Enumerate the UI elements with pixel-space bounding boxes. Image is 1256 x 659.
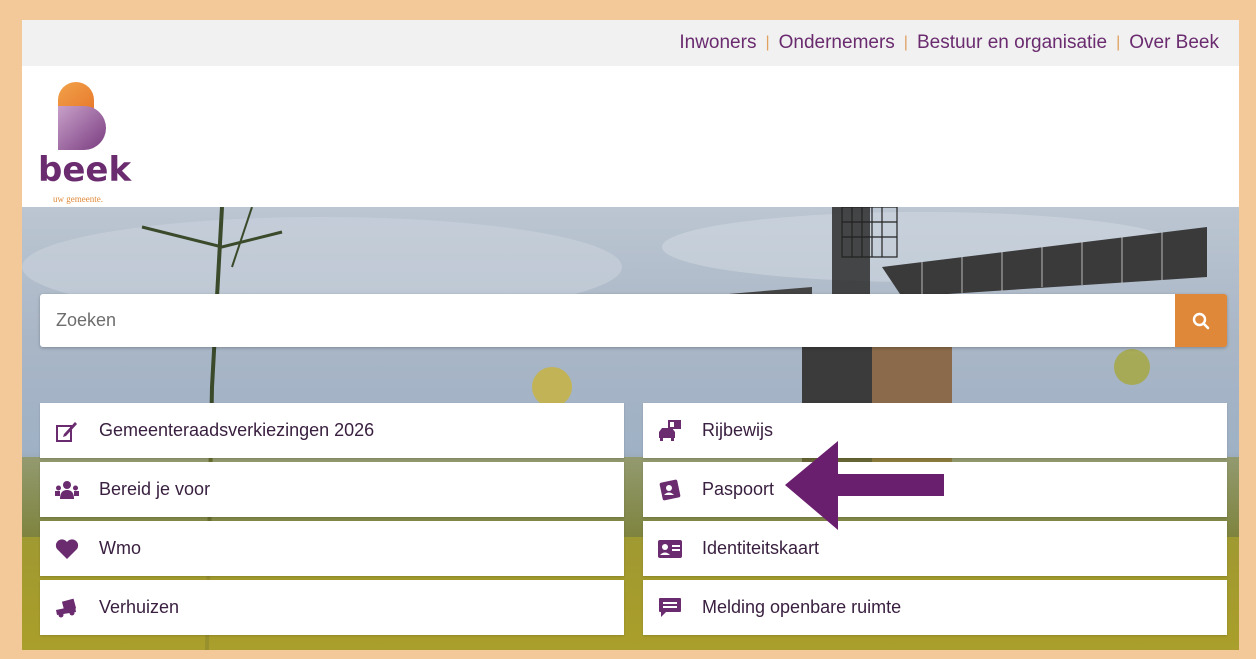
nav-link-over-beek[interactable]: Over Beek xyxy=(1129,32,1219,54)
beek-logo[interactable]: beek uw gemeente. xyxy=(38,80,134,204)
message-icon xyxy=(658,596,682,620)
tile-label: Bereid je voor xyxy=(99,479,211,499)
nav-link-inwoners[interactable]: Inwoners xyxy=(679,32,756,54)
nav-link-ondernemers[interactable]: Ondernemers xyxy=(779,32,895,54)
nav-separator: | xyxy=(903,34,908,51)
people-icon xyxy=(55,478,79,502)
tile-label: Verhuizen xyxy=(99,597,180,617)
hero-banner: Gemeenteraadsverkiezingen 2026 Bereid je… xyxy=(22,207,1239,650)
nav-separator: | xyxy=(765,34,770,51)
nav-separator: | xyxy=(1116,34,1121,51)
tile-label: Wmo xyxy=(99,538,141,558)
tile-label: Melding openbare ruimte xyxy=(702,597,902,617)
top-bar: Inwoners | Ondernemers | Bestuur en orga… xyxy=(22,20,1239,66)
logo-mark-icon xyxy=(58,82,106,150)
id-card-icon xyxy=(658,537,682,561)
search-input[interactable] xyxy=(40,294,1175,347)
tile-gemeenteraadsverkiezingen[interactable]: Gemeenteraadsverkiezingen 2026 xyxy=(40,403,624,458)
heart-icon xyxy=(55,537,79,561)
pencil-ballot-icon xyxy=(55,419,79,443)
search-button[interactable] xyxy=(1175,294,1227,347)
top-navigation: Inwoners | Ondernemers | Bestuur en orga… xyxy=(679,32,1219,54)
logo-wordmark: beek xyxy=(38,150,132,190)
tile-bereid-je-voor[interactable]: Bereid je voor xyxy=(40,462,624,517)
tile-melding-openbare-ruimte[interactable]: Melding openbare ruimte xyxy=(643,580,1227,635)
annotation-arrow xyxy=(785,441,944,530)
tile-verhuizen[interactable]: Verhuizen xyxy=(40,580,624,635)
tile-wmo[interactable]: Wmo xyxy=(40,521,624,576)
site-header: beek uw gemeente. xyxy=(22,66,1239,207)
tile-label: Identiteitskaart xyxy=(702,538,820,558)
truck-icon xyxy=(55,596,79,620)
search-bar xyxy=(40,294,1227,347)
passport-icon xyxy=(658,478,682,502)
browser-frame: Inwoners | Ondernemers | Bestuur en orga… xyxy=(22,20,1239,650)
logo-tagline: uw gemeente. xyxy=(53,194,103,204)
nav-link-bestuur[interactable]: Bestuur en organisatie xyxy=(917,32,1107,54)
search-icon xyxy=(1192,312,1210,329)
car-license-icon xyxy=(658,419,682,443)
tile-label: Gemeenteraadsverkiezingen 2026 xyxy=(99,420,375,440)
